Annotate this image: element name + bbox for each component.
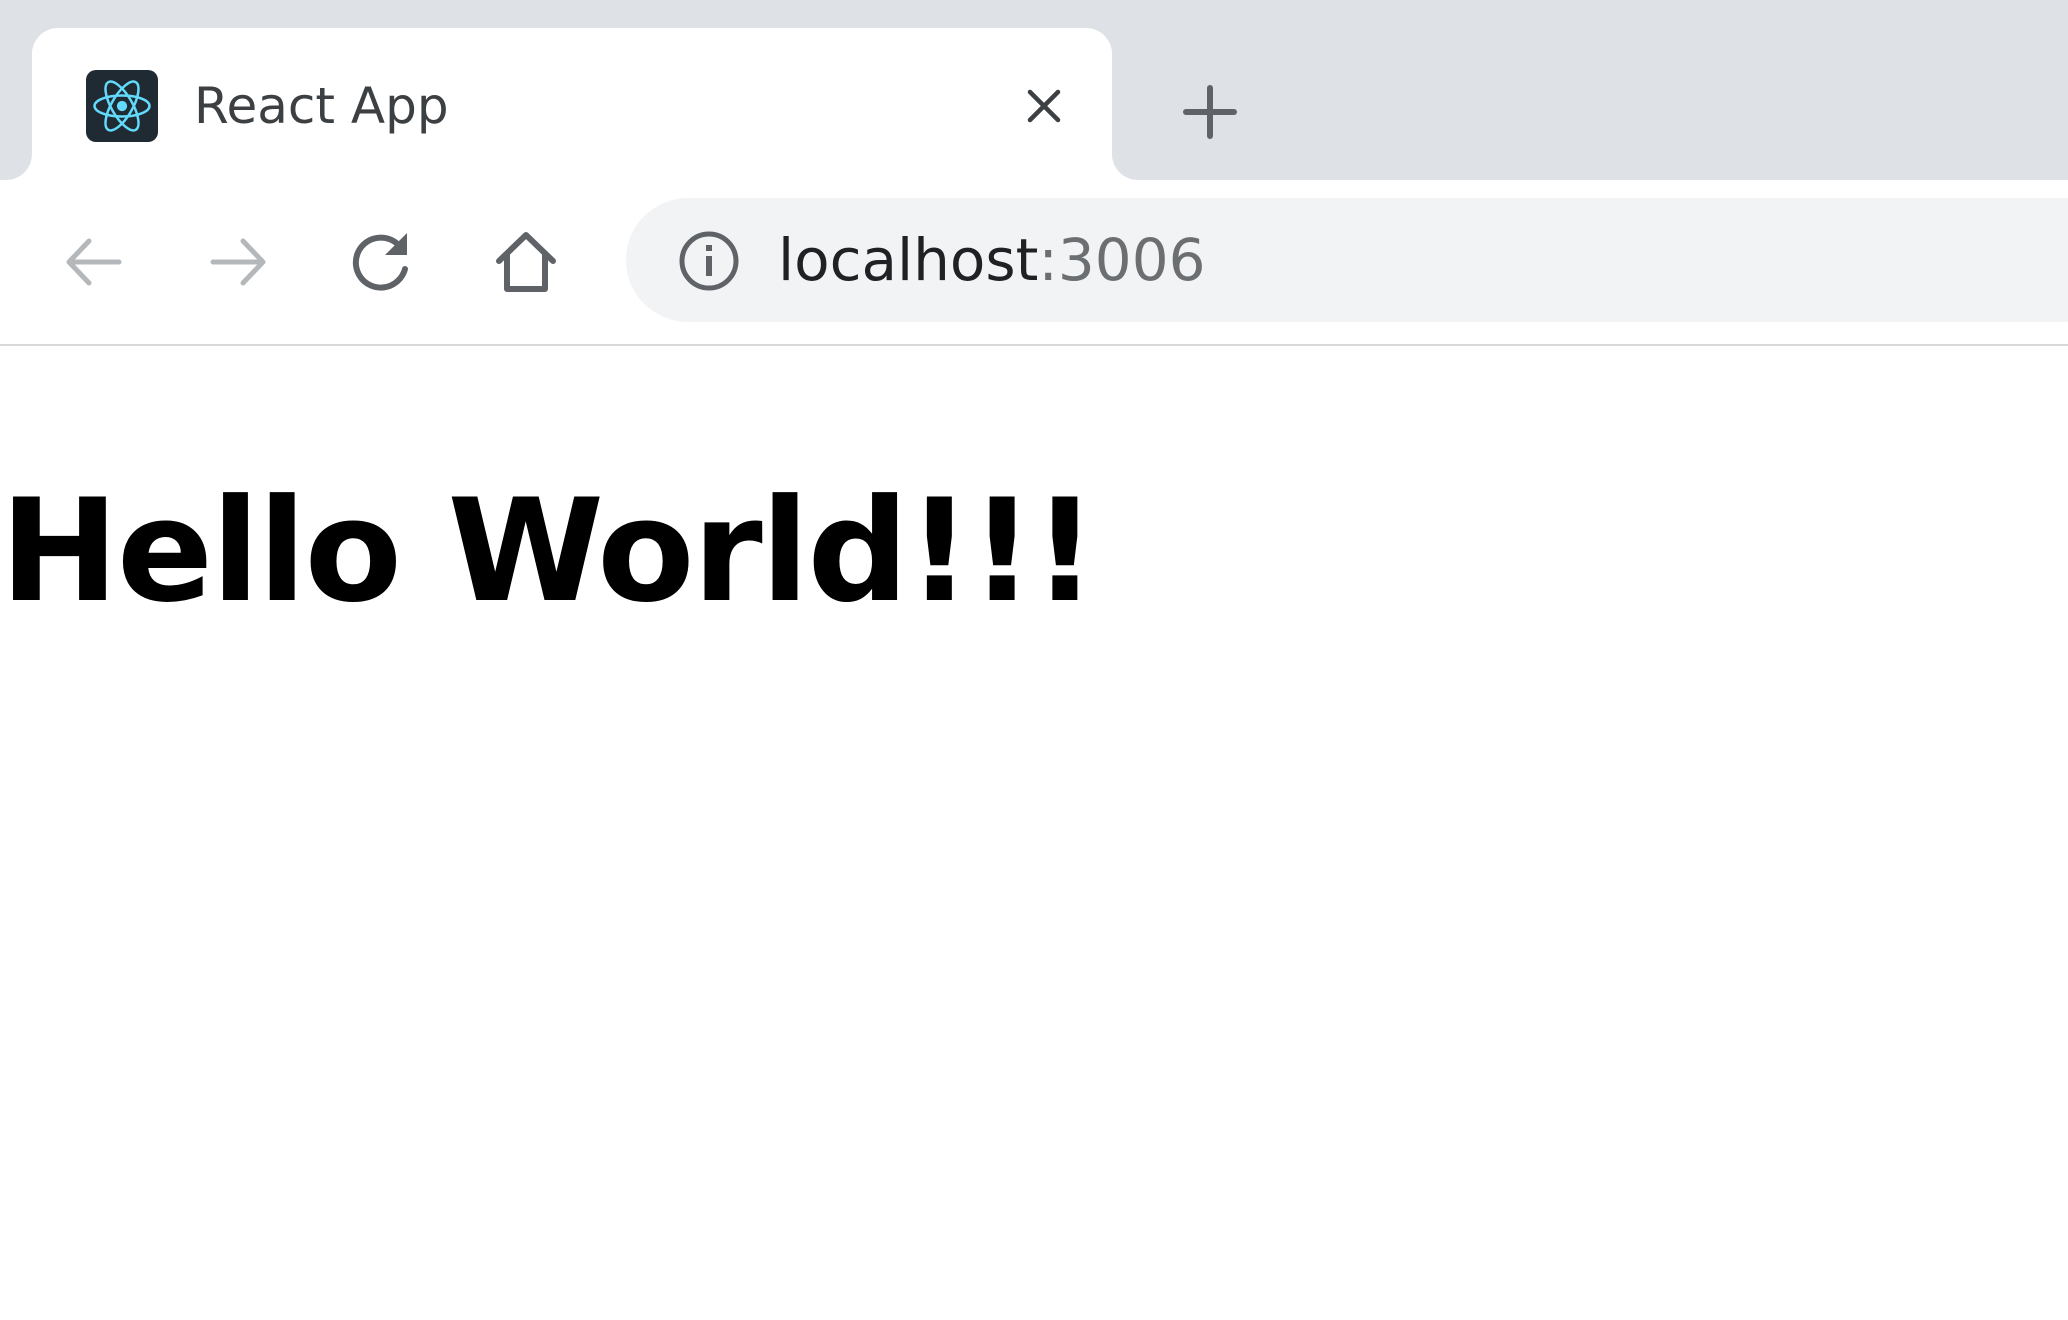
url-text[interactable]: localhost:3006 [778,198,1206,322]
page-heading: Hello World!!! [0,469,1097,634]
tab-strip: React App [0,0,2068,180]
react-logo-icon [86,70,158,142]
reload-icon[interactable] [340,220,424,304]
browser-window: React App localhost:3006 Hello World!!! [0,0,2068,1320]
toolbar: localhost:3006 [0,180,2068,346]
page-content: Hello World!!! [0,346,2068,1320]
back-arrow-icon[interactable] [52,220,136,304]
new-tab-icon[interactable] [1170,72,1250,152]
address-bar[interactable]: localhost:3006 [626,198,2068,322]
url-port: :3006 [1038,226,1206,294]
info-icon[interactable] [678,230,740,292]
tab-react-app[interactable]: React App [32,28,1112,180]
forward-arrow-icon[interactable] [196,220,280,304]
tab-title: React App [194,77,449,135]
url-host: localhost [778,226,1039,294]
home-icon[interactable] [484,220,568,304]
close-tab-icon[interactable] [1012,74,1076,138]
